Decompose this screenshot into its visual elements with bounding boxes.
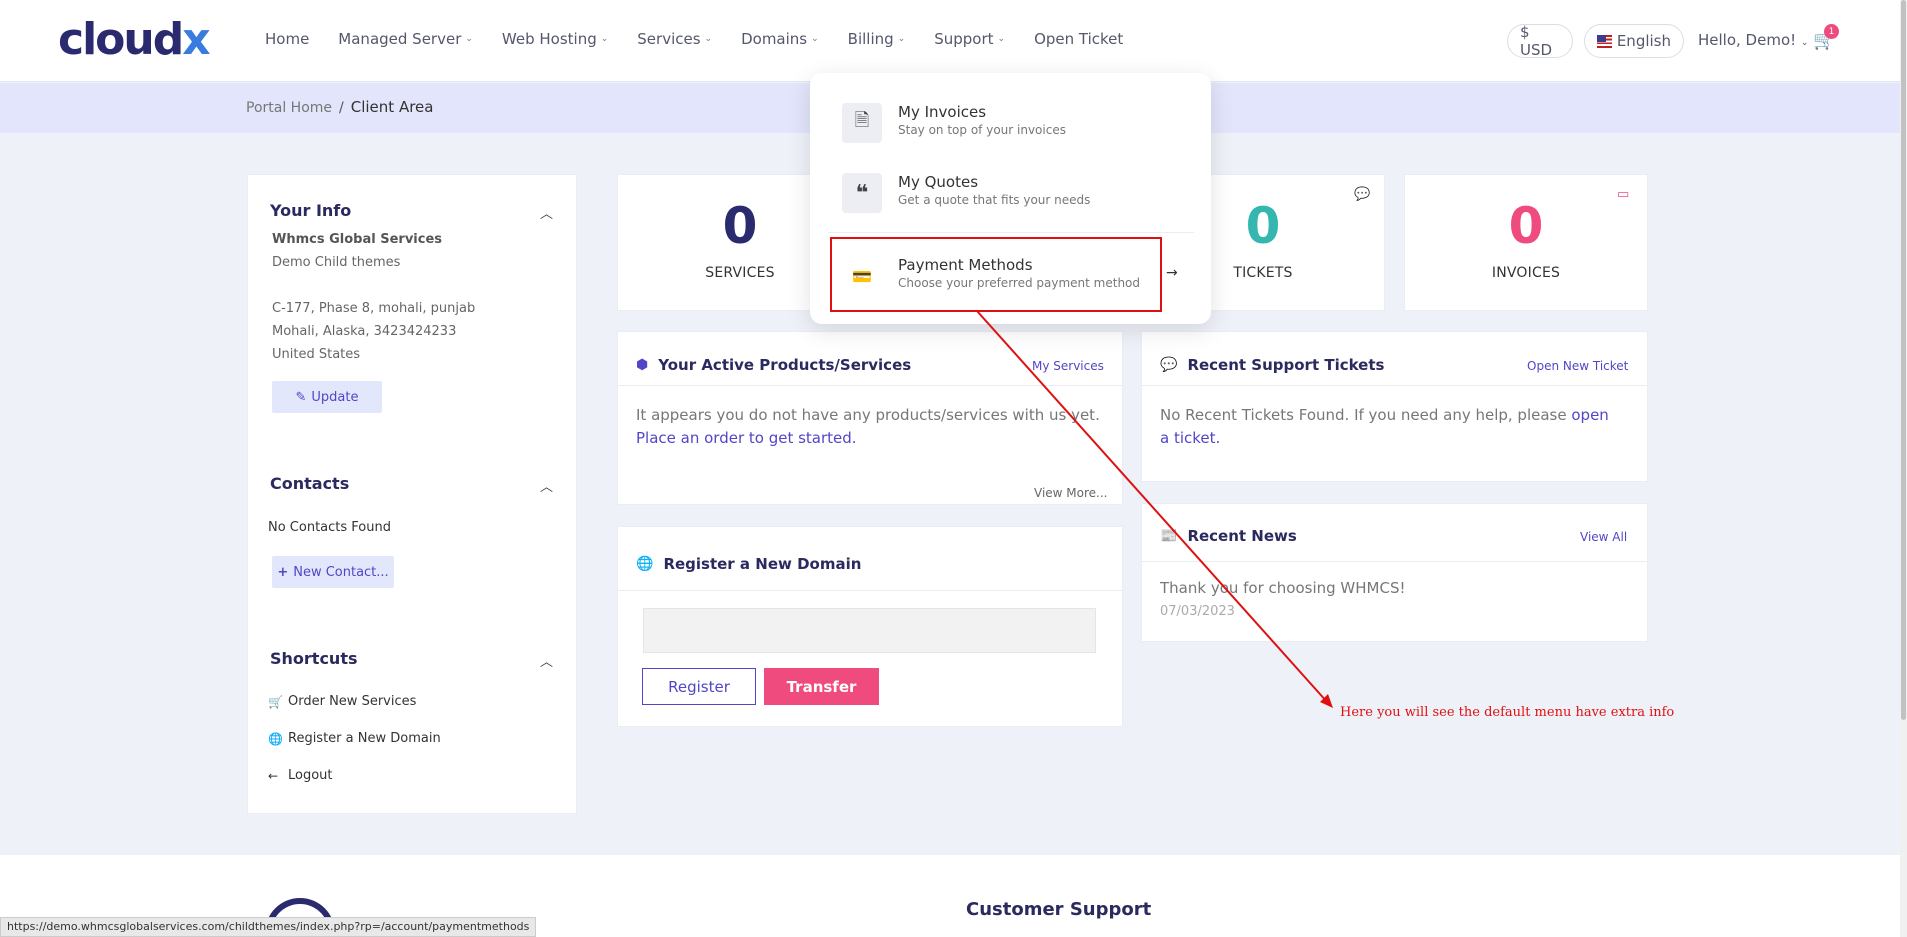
status-bar-url: https://demo.whmcsglobalservices.com/chi…: [0, 917, 537, 937]
annotation-text: Here you will see the default menu have …: [1340, 705, 1675, 720]
annotation-arrow: [976, 310, 1333, 708]
footer-customer-support-title: Customer Support: [966, 899, 1152, 920]
